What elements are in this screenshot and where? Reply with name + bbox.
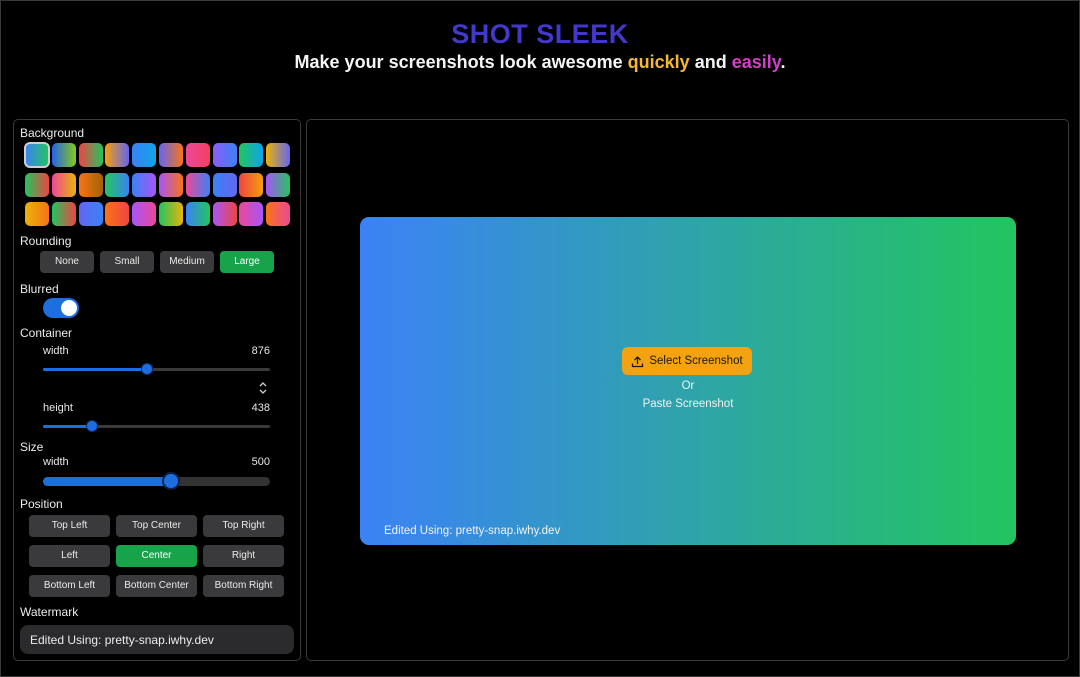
background-swatch[interactable] <box>78 143 103 167</box>
size-width-label: width <box>43 456 69 468</box>
background-swatch[interactable] <box>212 143 237 167</box>
background-swatch[interactable] <box>132 172 157 197</box>
container-height-track[interactable] <box>43 425 270 428</box>
background-swatch[interactable] <box>78 202 103 226</box>
header: SHOT SLEEK Make your screenshots look aw… <box>1 17 1079 73</box>
toggle-knob <box>61 300 77 316</box>
tagline-end: . <box>780 52 786 72</box>
container-width-value: 876 <box>251 345 270 357</box>
tagline-easily: easily <box>731 52 781 72</box>
or-text: Or <box>681 380 695 392</box>
position-top-center-button[interactable]: Top Center <box>116 515 197 537</box>
container-height-thumb[interactable] <box>86 420 98 432</box>
background-swatch[interactable] <box>51 143 76 167</box>
background-swatch[interactable] <box>239 202 264 226</box>
size-width-value: 500 <box>251 456 270 468</box>
blurred-label: Blurred <box>20 282 59 296</box>
size-width-thumb[interactable] <box>162 472 180 490</box>
upload-icon <box>631 355 644 368</box>
background-swatch[interactable] <box>24 142 50 168</box>
background-swatch[interactable] <box>158 143 183 167</box>
background-swatch[interactable] <box>78 172 103 197</box>
background-swatch[interactable] <box>239 143 264 167</box>
rounding-small-button[interactable]: Small <box>100 251 154 273</box>
rounding-none-button[interactable]: None <box>40 251 94 273</box>
position-bottom-right-button[interactable]: Bottom Right <box>203 575 284 597</box>
container-width-thumb[interactable] <box>141 363 153 375</box>
app-window: SHOT SLEEK Make your screenshots look aw… <box>0 0 1080 677</box>
brand-title: SHOT SLEEK <box>451 19 629 49</box>
background-swatch[interactable] <box>239 172 264 197</box>
preview-area: Select Screenshot Or Paste Screenshot Ed… <box>306 119 1069 661</box>
position-top-right-button[interactable]: Top Right <box>203 515 284 537</box>
select-screenshot-button[interactable]: Select Screenshot <box>622 347 752 375</box>
settings-panel: Background Rounding None Small Medium La… <box>13 119 301 661</box>
background-label: Background <box>20 126 85 140</box>
background-swatch-grid <box>24 142 291 226</box>
background-swatch[interactable] <box>105 172 130 197</box>
blurred-toggle[interactable] <box>43 298 79 318</box>
background-swatch[interactable] <box>105 202 130 226</box>
position-right-button[interactable]: Right <box>203 545 284 567</box>
paste-screenshot-text: Paste Screenshot <box>642 398 734 410</box>
container-height-fill <box>43 425 92 428</box>
rounding-medium-button[interactable]: Medium <box>160 251 214 273</box>
aspect-lock-icon[interactable] <box>257 381 269 395</box>
background-swatch[interactable] <box>51 172 76 197</box>
position-top-left-button[interactable]: Top Left <box>29 515 110 537</box>
background-swatch[interactable] <box>132 143 157 167</box>
container-width-track[interactable] <box>43 368 270 371</box>
size-label: Size <box>20 440 44 454</box>
background-swatch[interactable] <box>158 202 183 226</box>
position-label: Position <box>20 497 63 511</box>
tagline-and: and <box>689 52 732 72</box>
background-swatch[interactable] <box>25 202 49 226</box>
watermark-input[interactable] <box>20 625 294 654</box>
background-swatch[interactable] <box>51 202 76 226</box>
background-swatch[interactable] <box>266 143 291 167</box>
container-label: Container <box>20 326 73 340</box>
background-swatch[interactable] <box>105 143 130 167</box>
background-swatch[interactable] <box>212 172 237 197</box>
position-bottom-center-button[interactable]: Bottom Center <box>116 575 197 597</box>
background-swatch[interactable] <box>158 172 183 197</box>
position-center-button[interactable]: Center <box>116 545 197 567</box>
container-width-label: width <box>43 345 69 357</box>
background-swatch[interactable] <box>212 202 237 226</box>
container-height-label: height <box>43 402 73 414</box>
position-bottom-left-button[interactable]: Bottom Left <box>29 575 110 597</box>
background-swatch[interactable] <box>266 202 291 226</box>
background-swatch[interactable] <box>185 172 210 197</box>
select-screenshot-label: Select Screenshot <box>649 355 743 367</box>
background-swatch[interactable] <box>132 202 157 226</box>
preview-canvas[interactable]: Select Screenshot Or Paste Screenshot Ed… <box>360 217 1016 545</box>
container-width-fill <box>43 368 147 371</box>
tagline-quickly: quickly <box>627 52 690 72</box>
background-swatch[interactable] <box>25 172 49 197</box>
background-swatch[interactable] <box>185 202 210 226</box>
tagline: Make your screenshots look awesome quick… <box>1 51 1079 73</box>
background-swatch[interactable] <box>185 143 210 167</box>
watermark-label: Watermark <box>20 605 79 619</box>
rounding-large-button[interactable]: Large <box>220 251 274 273</box>
background-swatch[interactable] <box>266 172 291 197</box>
tagline-start: Make your screenshots look awesome <box>294 52 628 72</box>
size-width-fill <box>43 477 171 486</box>
rounding-label: Rounding <box>20 234 72 248</box>
position-left-button[interactable]: Left <box>29 545 110 567</box>
size-width-track[interactable] <box>43 477 270 486</box>
canvas-watermark: Edited Using: pretty-snap.iwhy.dev <box>384 525 561 537</box>
container-height-value: 438 <box>251 402 270 414</box>
